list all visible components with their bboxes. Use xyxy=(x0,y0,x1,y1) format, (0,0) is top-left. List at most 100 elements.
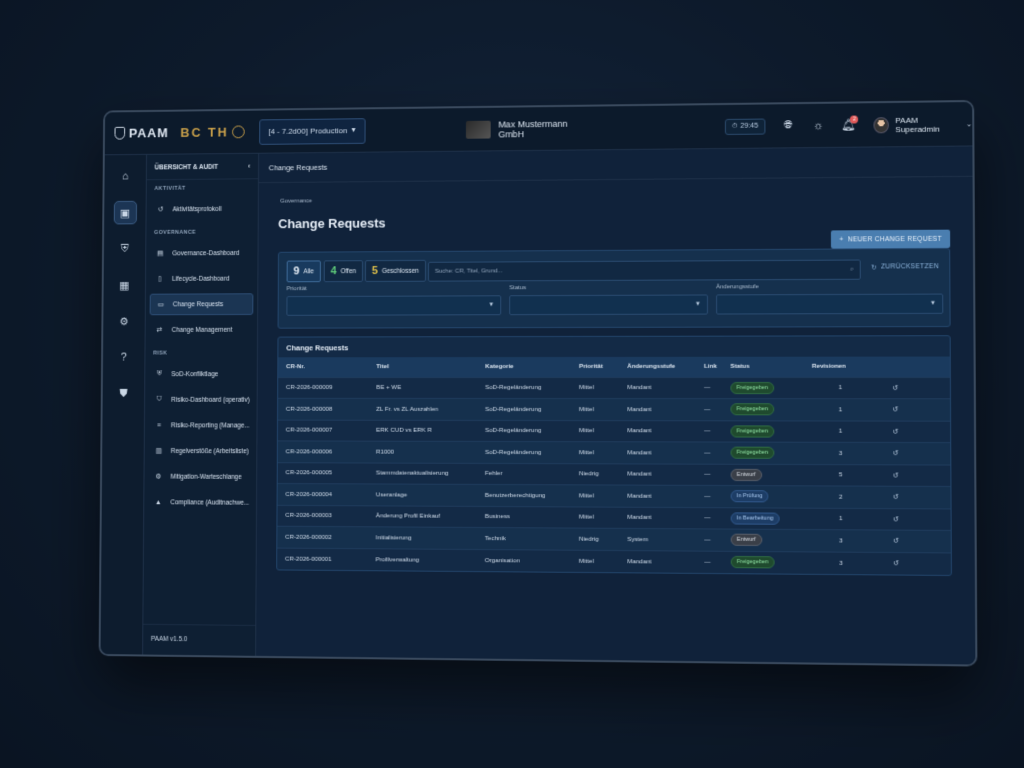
column-header[interactable]: Revisionen xyxy=(803,356,884,377)
column-header[interactable]: Titel xyxy=(368,357,478,378)
table-row[interactable]: CR-2026-000007 ERK CUD vs ERK R SoD-Regelä… xyxy=(277,419,952,443)
column-header[interactable]: Link xyxy=(695,356,723,377)
history-icon[interactable]: ↺ xyxy=(892,407,898,414)
sidebar-item-sod-konfliktlage[interactable]: ⛨ SoD-Konfliktlage xyxy=(149,363,253,385)
column-header[interactable]: Status xyxy=(722,356,804,377)
collapse-sidebar-icon[interactable]: ‹ xyxy=(248,164,250,171)
history-icon[interactable]: ↺ xyxy=(892,472,898,479)
column-header[interactable]: Kategorie xyxy=(477,356,572,378)
status-badge: Freigegeben xyxy=(730,425,775,438)
history-icon[interactable]: ↺ xyxy=(893,560,899,567)
revisions-cell: 3 xyxy=(804,529,885,552)
sidebar-item-risiko-reporting[interactable]: ≡ Risiko-Reporting (Manage... xyxy=(149,414,253,436)
priority-cell: Niedrig xyxy=(570,463,620,486)
link-cell: — xyxy=(695,420,723,443)
sidebar-item-label: Aktivitätsprotokoll xyxy=(172,205,222,213)
sidebar-item-label: Change Requests xyxy=(172,300,224,308)
history-icon[interactable]: ↺ xyxy=(893,538,899,545)
main-content: Change Requests Governance Change Reques… xyxy=(256,146,976,665)
cr-number-cell: CR-2026-000007 xyxy=(277,419,369,442)
alert-shield-icon: ⛉ xyxy=(156,395,162,403)
change-requests-table: CR-Nr. Titel Kategorie Priorität Änderun… xyxy=(277,356,952,575)
swap-icon: ⇄ xyxy=(156,327,163,334)
environment-select[interactable]: [4 - 7.2d00] Production ▼ xyxy=(259,117,366,145)
table-row[interactable]: CR-2026-000006 R1000 SoD-Regeländerung Mitt… xyxy=(277,440,952,465)
help-icon[interactable]: ? xyxy=(112,346,135,370)
history-icon[interactable]: ↺ xyxy=(892,450,898,457)
table-row[interactable]: CR-2026-000009 BE + WE SoD-Regeländerung Mi… xyxy=(278,376,952,399)
sidebar-item-aktivitaetsprotokoll[interactable]: ↺ Aktivitätsprotokoll xyxy=(150,198,254,220)
revisions-cell: 5 xyxy=(804,464,885,487)
shield-check-icon[interactable]: ⛊ xyxy=(112,382,135,406)
filter-open-button[interactable]: 4 Offen xyxy=(323,260,363,283)
user-menu[interactable]: PAAM Superadmin ⌄ xyxy=(873,115,973,134)
sidebar-item-governance-dashboard[interactable]: ▤ Governance-Dashboard xyxy=(150,242,254,264)
home-icon[interactable]: ⌂ xyxy=(114,165,137,189)
column-header[interactable]: Änderungsstufe xyxy=(619,356,696,377)
change-level-cell: Mandant xyxy=(619,550,697,573)
globe-icon[interactable]: 🌐︎ xyxy=(782,119,795,133)
column-header[interactable]: CR-Nr. xyxy=(278,357,369,378)
history-icon[interactable]: ↺ xyxy=(892,385,898,392)
status-badge: Freigegeben xyxy=(730,446,775,460)
sidebar-title: ÜBERSICHT & AUDIT xyxy=(154,163,219,172)
paam-logo[interactable]: PAAM xyxy=(114,125,170,140)
breadcrumb[interactable]: Governance xyxy=(280,198,312,204)
shield-lock-icon[interactable]: ⛨ xyxy=(113,237,136,261)
nav-section-title: AKTIVITÄT xyxy=(154,185,186,192)
history-icon[interactable]: ↺ xyxy=(893,516,899,523)
new-change-request-button[interactable]: + NEUER CHANGE REQUEST xyxy=(831,229,951,249)
bell-icon[interactable]: 🔔︎ 2 xyxy=(841,114,859,132)
sun-icon[interactable]: ☼ xyxy=(811,118,825,132)
gears-icon[interactable]: ⚙ xyxy=(112,309,135,333)
sidebar-item-regelverstoesse[interactable]: ▥ Regelverstöße (Arbeitsliste) xyxy=(148,440,252,462)
brand-name: PAAM xyxy=(128,125,169,141)
open-count: 4 xyxy=(330,265,337,278)
history-icon[interactable]: ↺ xyxy=(892,428,898,435)
sidebar-item-compliance[interactable]: ▲ Compliance (Auditnachwe... xyxy=(148,491,252,513)
column-header[interactable]: Priorität xyxy=(571,356,620,377)
closed-count: 5 xyxy=(371,265,378,277)
building-icon[interactable]: ▦ xyxy=(113,273,136,297)
table-row[interactable]: CR-2026-000008 ZL Fr. vs ZL Auszahlen SoD-… xyxy=(278,398,952,421)
table-row[interactable]: CR-2026-000001 Profilverwaltung Organisati… xyxy=(277,547,952,575)
filter-closed-button[interactable]: 5 Geschlossen xyxy=(364,259,426,282)
sidebar-item-change-management[interactable]: ⇄ Change Management xyxy=(149,319,253,341)
sidebar-item-change-requests[interactable]: ▭ Change Requests xyxy=(149,293,254,316)
search-input[interactable]: Suche: CR, Titel, Grund... ⌕ xyxy=(427,259,861,282)
sidebar-item-lifecycle-dashboard[interactable]: ▯ Lifecycle-Dashboard xyxy=(150,268,254,290)
level-select[interactable]: ▼ xyxy=(716,293,944,315)
change-requests-table-card: Change Requests CR-Nr. Titel Kategorie P… xyxy=(276,335,952,576)
history-icon[interactable]: ↺ xyxy=(893,494,899,501)
sidebar-item-mitigation-warteschlange[interactable]: ⚙ Mitigation-Warteschlange xyxy=(148,466,252,488)
status-cell: Freigegeben xyxy=(722,442,805,465)
closed-label: Geschlossen xyxy=(381,267,419,275)
title-cell: Useranlage xyxy=(367,483,477,506)
cr-number-cell: CR-2026-000004 xyxy=(277,483,368,506)
change-level-cell: Mandant xyxy=(619,441,697,464)
title-cell: R1000 xyxy=(368,441,478,463)
title-cell: Stammdatenaktualisierung xyxy=(367,462,478,485)
table-row[interactable]: CR-2026-000005 Stammdatenaktualisierung Fe… xyxy=(277,462,952,487)
page-header: Change Requests xyxy=(258,146,973,184)
sidebar-item-label: Compliance (Auditnachwe... xyxy=(170,498,250,507)
partner-logo: BC TH xyxy=(180,124,248,140)
level-label: Änderungsstufe xyxy=(716,284,759,291)
chart-icon: ▥ xyxy=(155,447,162,455)
notification-count: 2 xyxy=(850,114,859,124)
status-label: Status xyxy=(509,285,527,292)
revisions-cell: 1 xyxy=(803,398,884,421)
all-label: Alle xyxy=(303,267,314,275)
title-cell: BE + WE xyxy=(368,377,478,399)
filter-all-button[interactable]: 9 Alle xyxy=(286,260,321,283)
reset-button[interactable]: ↻ ZURÜCKSETZEN xyxy=(871,263,939,271)
status-select[interactable]: ▼ xyxy=(509,294,708,316)
plus-icon: + xyxy=(839,235,844,243)
partner-name: BC TH xyxy=(180,124,229,140)
monitor-icon[interactable]: ▣ xyxy=(113,200,137,225)
link-cell: — xyxy=(696,463,723,486)
sidebar-item-risiko-dashboard[interactable]: ⛉ Risiko-Dashboard (operativ) xyxy=(149,389,253,411)
link-cell: — xyxy=(695,441,723,464)
cr-number-cell: CR-2026-000006 xyxy=(277,440,369,463)
priority-select[interactable]: ▼ xyxy=(286,295,502,316)
